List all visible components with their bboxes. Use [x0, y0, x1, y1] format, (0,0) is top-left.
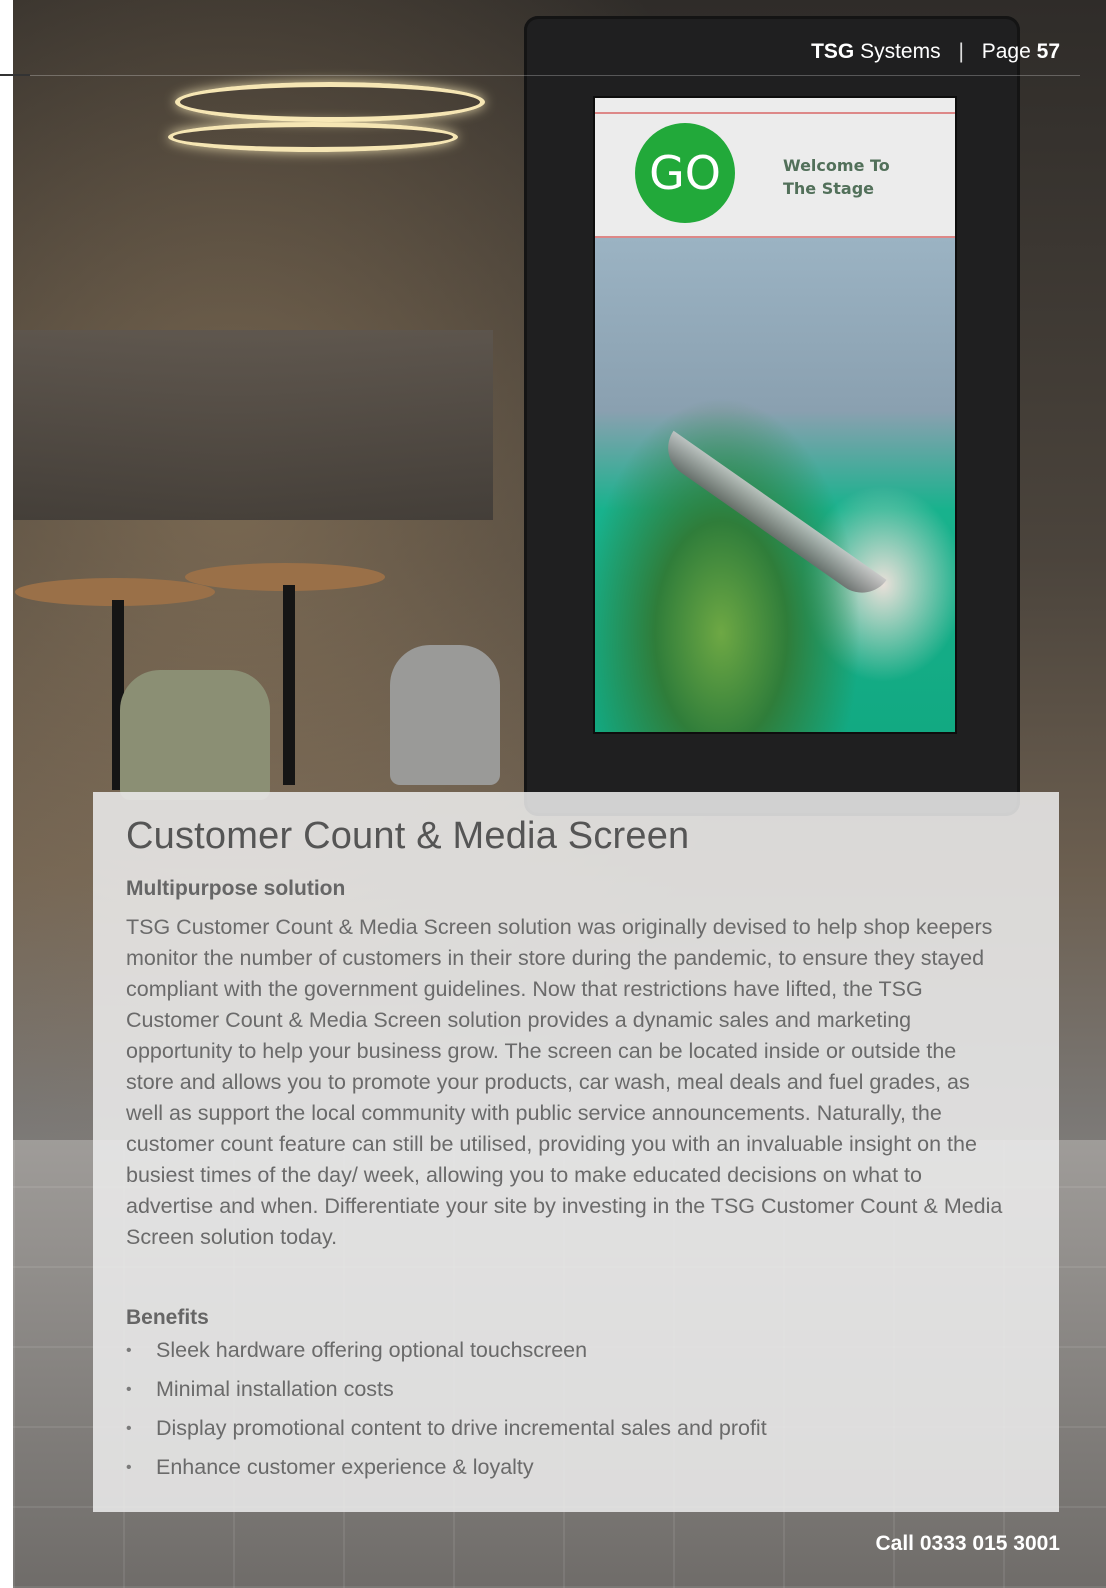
bullet-icon: • [126, 1381, 132, 1398]
page-margin [0, 0, 13, 1588]
kiosk-welcome-text: Welcome To The Stage [783, 154, 933, 200]
benefit-text: Sleek hardware offering optional touchsc… [156, 1338, 588, 1362]
list-item: • Sleek hardware offering optional touchs… [126, 1335, 767, 1374]
list-item: • Enhance customer experience & loyalty [126, 1452, 767, 1491]
welcome-line-1: Welcome To [783, 156, 890, 175]
subheading: Multipurpose solution [126, 877, 346, 900]
list-item: • Display promotional content to drive in… [126, 1413, 767, 1452]
cafe-chair [390, 645, 500, 785]
pendant-light-ring [175, 82, 485, 122]
brand-suffix: Systems [860, 40, 941, 63]
go-logo: GO [635, 123, 735, 223]
benefits-heading: Benefits [126, 1306, 209, 1329]
welcome-line-2: The Stage [783, 179, 874, 198]
brand-name: TSG [811, 40, 855, 63]
brochure-page: GO Welcome To The Stage TSG Systems | Pa… [0, 0, 1106, 1588]
pendant-light-ring [168, 122, 458, 152]
body-paragraph: TSG Customer Count & Media Screen soluti… [126, 915, 1003, 1249]
phone-number[interactable]: Call 0333 015 3001 [876, 1532, 1061, 1556]
benefit-text: Minimal installation costs [156, 1377, 394, 1401]
table-leg [283, 585, 295, 785]
cafe-interior [13, 330, 493, 520]
kiosk-screen-divider [595, 112, 955, 114]
page-title: Customer Count & Media Screen [126, 815, 690, 857]
kiosk-display: GO Welcome To The Stage [593, 96, 957, 734]
kiosk-screen-header: GO Welcome To The Stage [595, 98, 955, 238]
cafe-chair [120, 670, 270, 800]
benefits-list: • Sleek hardware offering optional touchs… [126, 1335, 767, 1491]
page-label: Page [981, 40, 1031, 63]
header-rule-mark [0, 74, 30, 76]
page-number: 57 [1036, 40, 1060, 63]
bullet-icon: • [126, 1420, 132, 1437]
benefit-text: Enhance customer experience & loyalty [156, 1455, 534, 1479]
page-header: TSG Systems | Page 57 [811, 40, 1060, 64]
bullet-icon: • [126, 1342, 132, 1359]
benefit-text: Display promotional content to drive inc… [156, 1416, 767, 1440]
header-separator: | [958, 40, 964, 63]
header-rule [0, 75, 1080, 76]
kiosk-food-image [595, 238, 955, 732]
list-item: • Minimal installation costs [126, 1374, 767, 1413]
bullet-icon: • [126, 1459, 132, 1476]
chopping-blade [656, 430, 887, 605]
